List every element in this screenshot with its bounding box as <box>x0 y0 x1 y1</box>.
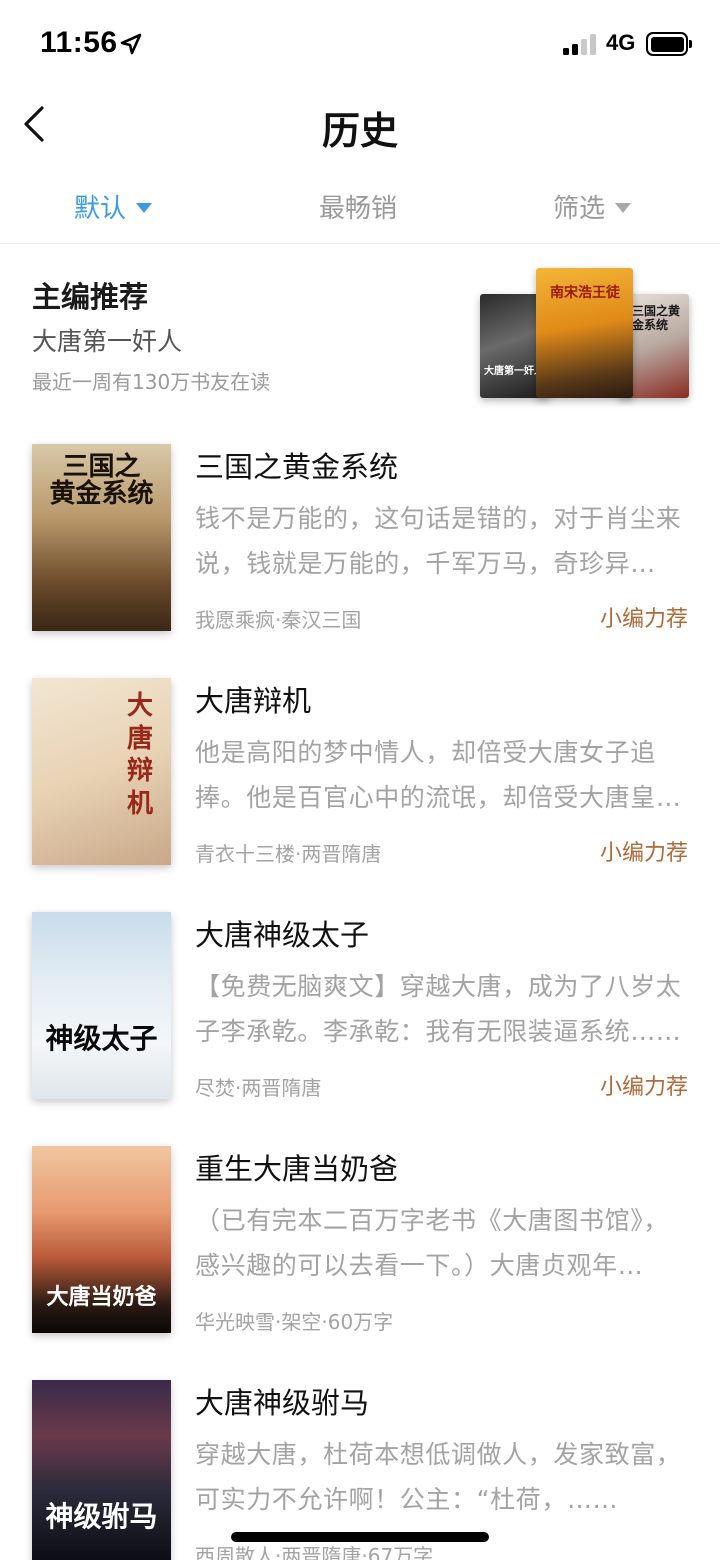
filter-bar: 默认 最畅销 筛选 <box>0 180 720 244</box>
book-cover-text: 大唐 辩机 <box>126 691 153 819</box>
cover-stack: 大唐第一奸人 三国之黄金系统 南宋浩王徒 <box>478 268 692 400</box>
status-bar: 11:56 4G <box>0 0 720 88</box>
book-title: 大唐辩机 <box>195 684 312 718</box>
tab-filter[interactable]: 筛选 <box>553 188 632 225</box>
tab-default-label: 默认 <box>74 194 127 224</box>
dropdown-triangle-icon <box>136 202 153 213</box>
dropdown-triangle-icon <box>615 202 632 213</box>
book-cover: 神级太子 <box>32 912 171 1099</box>
book-title: 三国之黄金系统 <box>195 450 399 484</box>
tab-default[interactable]: 默认 <box>74 188 153 225</box>
book-meta: 青衣十三楼·两晋隋唐 <box>195 842 382 866</box>
book-description: （已有完本二百万字老书《大唐图书馆》，感兴趣的可以去看一下。）大唐贞观年间…… <box>195 1206 669 1280</box>
book-item[interactable]: 大唐 辩机 大唐辩机 他是高阳的梦中情人，却倍受大唐女子追捧。他是百官心中的流氓… <box>0 654 720 888</box>
book-title: 大唐神级驸马 <box>195 1386 370 1420</box>
location-arrow-icon <box>120 33 142 55</box>
book-meta: 我愿乘疯·秦汉三国 <box>195 608 362 632</box>
book-item[interactable]: 神级驸马 大唐神级驸马 穿越大唐，杜荷本想低调做人，发家致富，可实力不允许啊！公… <box>0 1356 720 1560</box>
book-recommend-tag: 小编力荐 <box>599 1075 688 1100</box>
network-type-label: 4G <box>606 30 636 55</box>
editor-recommend-heading: 主编推荐 <box>32 280 149 314</box>
book-cover-text: 神级太子 <box>45 1022 158 1055</box>
editor-recommend-book: 大唐第一奸人 <box>32 327 183 356</box>
cellular-signal-icon <box>563 33 599 55</box>
book-item[interactable]: 神级太子 大唐神级太子 【免费无脑爽文】穿越大唐，成为了八岁太子李承乾。李承乾：… <box>0 888 720 1122</box>
book-meta: 华光映雪·架空·60万字 <box>195 1310 394 1334</box>
book-cover: 大唐 辩机 <box>32 678 171 865</box>
editor-recommend-card[interactable]: 主编推荐 大唐第一奸人 最近一周有130万书友在读 大唐第一奸人 三国之黄金系统… <box>0 246 720 416</box>
stack-cover-center-text: 南宋浩王徒 <box>550 285 620 301</box>
book-cover-text: 三国之 黄金系统 <box>49 452 154 510</box>
home-indicator[interactable] <box>231 1532 489 1542</box>
page-title: 历史 <box>321 108 398 153</box>
book-recommend-tag: 小编力荐 <box>599 607 688 632</box>
stack-cover-right-text: 三国之黄金系统 <box>632 304 681 333</box>
tab-filter-label: 筛选 <box>553 194 606 224</box>
battery-icon <box>646 32 692 56</box>
book-cover: 三国之 黄金系统 <box>32 444 171 631</box>
book-cover-text: 神级驸马 <box>45 1500 158 1533</box>
book-title: 重生大唐当奶爸 <box>195 1152 399 1186</box>
book-meta: 尽焚·两晋隋唐 <box>195 1076 322 1100</box>
book-cover-text: 大唐当奶爸 <box>46 1284 157 1310</box>
book-cover: 大唐当奶爸 <box>32 1146 171 1333</box>
tab-bestselling[interactable]: 最畅销 <box>319 188 397 225</box>
editor-recommend-note: 最近一周有130万书友在读 <box>32 370 271 394</box>
book-item[interactable]: 大唐当奶爸 重生大唐当奶爸 （已有完本二百万字老书《大唐图书馆》，感兴趣的可以去… <box>0 1122 720 1356</box>
status-time: 11:56 <box>40 26 118 59</box>
stack-cover-center: 南宋浩王徒 <box>536 268 633 398</box>
book-description: 钱不是万能的，这句话是错的，对于肖尘来说，钱就是万能的，千军万马，奇珍异宝…… <box>195 504 682 578</box>
book-description: 他是高阳的梦中情人，却倍受大唐女子追捧。他是百官心中的流氓，却倍受大唐皇帝…… <box>195 738 656 812</box>
book-title: 大唐神级太子 <box>195 918 370 952</box>
navigation-bar: 历史 <box>0 88 720 172</box>
book-description: 穿越大唐，杜荷本想低调做人，发家致富，可实力不允许啊！公主：“杜荷，…… <box>195 1440 682 1514</box>
book-item[interactable]: 三国之 黄金系统 三国之黄金系统 钱不是万能的，这句话是错的，对于肖尘来说，钱就… <box>0 420 720 654</box>
book-recommend-tag: 小编力荐 <box>599 841 688 866</box>
book-cover: 神级驸马 <box>32 1380 171 1560</box>
book-description: 【免费无脑爽文】穿越大唐，成为了八岁太子李承乾。李承乾：我有无限装逼系统…… <box>195 972 682 1046</box>
tab-bestselling-label: 最畅销 <box>319 194 398 224</box>
book-meta: 西周散人·两晋隋唐·67万字 <box>195 1544 434 1560</box>
